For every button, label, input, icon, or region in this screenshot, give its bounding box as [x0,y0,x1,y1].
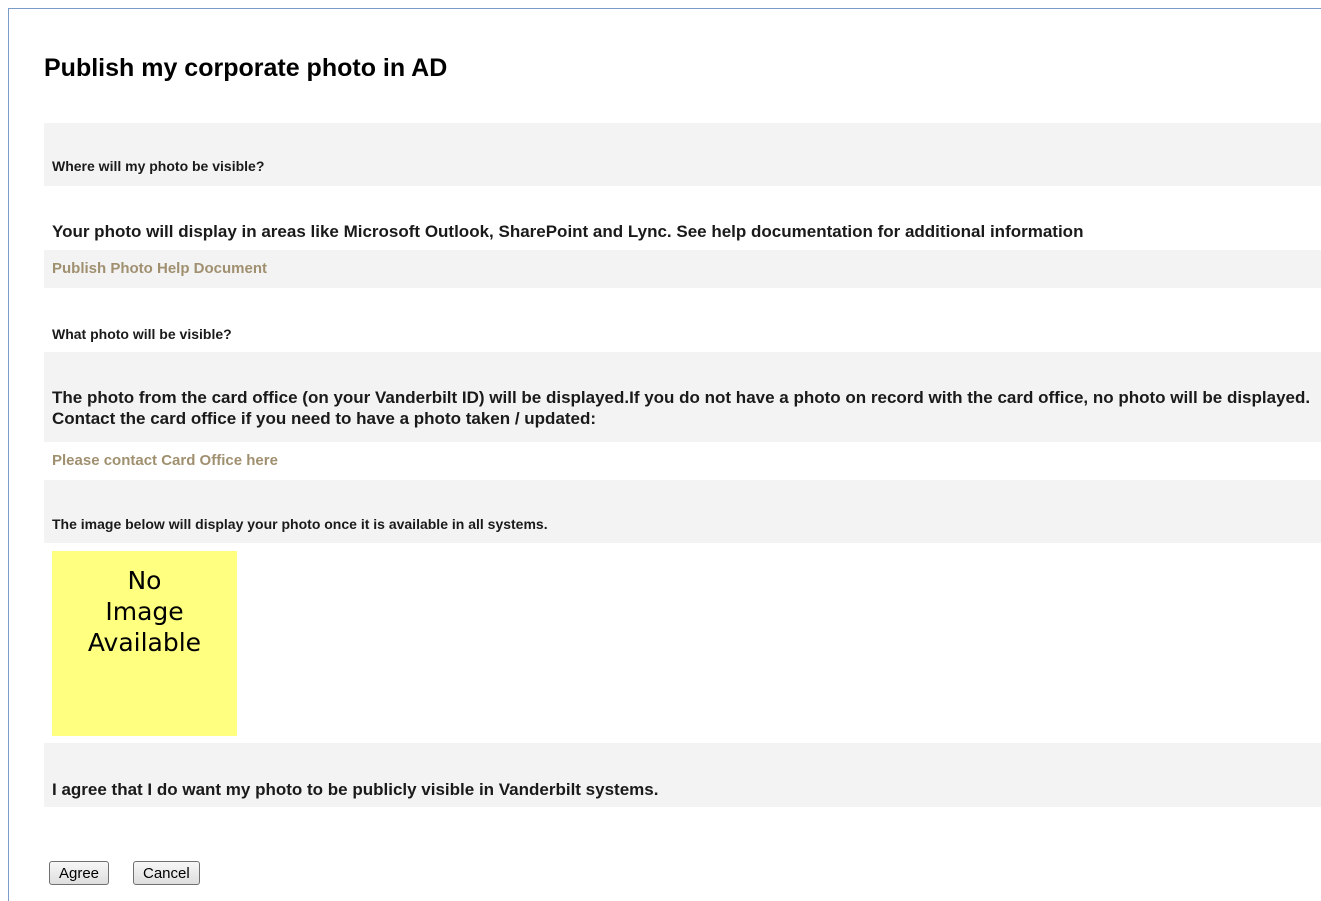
what-description: The photo from the card office (on your … [52,388,1311,428]
what-text-band: The photo from the card office (on your … [44,352,1321,442]
agree-band: I agree that I do want my photo to be pu… [44,743,1321,807]
image-note-band: The image below will display your photo … [44,480,1321,543]
no-image-text: No Image Available [87,566,202,657]
image-note: The image below will display your photo … [52,516,548,532]
where-heading-band: Where will my photo be visible? [44,123,1321,186]
where-description: Your photo will display in areas like Mi… [52,222,1084,241]
card-office-link[interactable]: Please contact Card Office here [52,452,278,469]
cancel-button[interactable]: Cancel [133,861,200,885]
help-document-link[interactable]: Publish Photo Help Document [52,260,267,277]
help-link-band: Publish Photo Help Document [44,250,1321,288]
where-heading: Where will my photo be visible? [52,158,265,174]
what-heading: What photo will be visible? [52,326,232,342]
page-frame: Publish my corporate photo in AD Where w… [8,8,1321,901]
agree-button[interactable]: Agree [49,861,110,885]
agree-statement: I agree that I do want my photo to be pu… [52,780,659,799]
photo-placeholder: No Image Available [52,551,237,736]
page-title: Publish my corporate photo in AD [44,54,448,82]
